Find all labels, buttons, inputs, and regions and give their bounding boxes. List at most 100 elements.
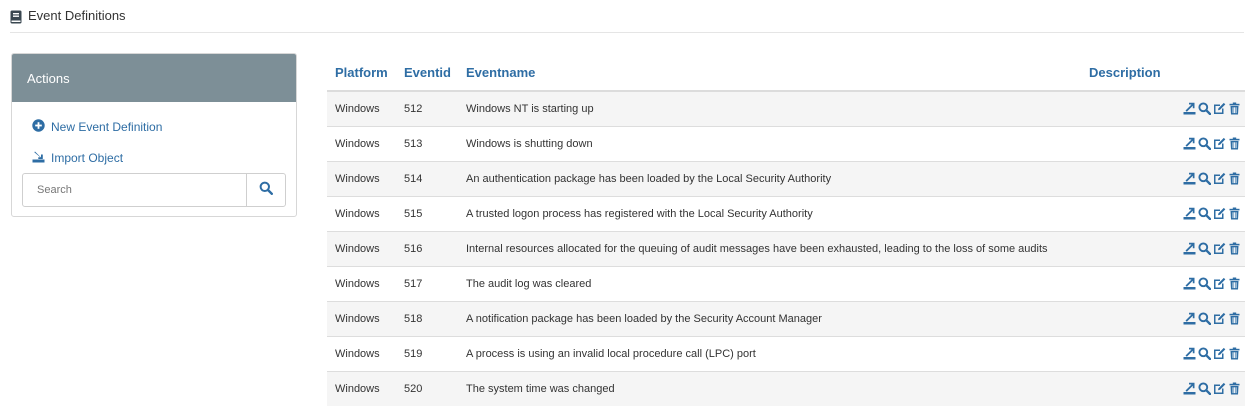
import-object-link[interactable]: Import Object (32, 150, 123, 166)
column-platform[interactable]: Platform (327, 54, 396, 92)
cell-eventid: 519 (396, 335, 458, 371)
cell-description (1081, 265, 1245, 301)
trash-icon[interactable] (1228, 102, 1241, 115)
cell-platform: Windows (327, 195, 396, 231)
export-icon[interactable] (1183, 102, 1196, 115)
cell-eventname: An authentication package has been loade… (458, 160, 1081, 196)
export-icon[interactable] (1183, 312, 1196, 325)
search-icon[interactable] (1198, 347, 1211, 360)
edit-icon[interactable] (1213, 172, 1226, 185)
cell-eventname: Windows is shutting down (458, 125, 1081, 161)
actions-header: Actions (12, 54, 296, 102)
cell-platform: Windows (327, 90, 396, 126)
import-icon (32, 150, 45, 166)
cell-eventid: 513 (396, 125, 458, 161)
search-icon[interactable] (1198, 277, 1211, 290)
cell-description (1081, 335, 1245, 371)
trash-icon[interactable] (1228, 347, 1241, 360)
row-actions (1089, 277, 1245, 290)
cell-eventname: The audit log was cleared (458, 265, 1081, 301)
search-icon[interactable] (1198, 137, 1211, 150)
cell-eventid: 520 (396, 370, 458, 406)
export-icon[interactable] (1183, 382, 1196, 395)
column-eventname[interactable]: Eventname (458, 54, 1081, 92)
search-icon[interactable] (1198, 312, 1211, 325)
cell-description (1081, 300, 1245, 336)
plus-circle-icon (32, 119, 45, 135)
book-icon (10, 10, 22, 24)
edit-icon[interactable] (1213, 347, 1226, 360)
cell-platform: Windows (327, 370, 396, 406)
search-icon (259, 181, 274, 200)
cell-eventname: A notification package has been loaded b… (458, 300, 1081, 336)
edit-icon[interactable] (1213, 102, 1226, 115)
column-eventid[interactable]: Eventid (396, 54, 458, 92)
search-icon[interactable] (1198, 172, 1211, 185)
edit-icon[interactable] (1213, 312, 1226, 325)
table-row: Windows 513 Windows is shutting down (327, 125, 1245, 161)
cell-description (1081, 90, 1245, 126)
row-actions (1089, 207, 1245, 220)
row-actions (1089, 172, 1245, 185)
trash-icon[interactable] (1228, 242, 1241, 255)
search-icon[interactable] (1198, 102, 1211, 116)
cell-eventname: Internal resources allocated for the que… (458, 230, 1081, 266)
cell-eventid: 512 (396, 90, 458, 126)
cell-eventid: 517 (396, 265, 458, 301)
row-actions (1089, 137, 1245, 150)
table-row: Windows 517 The audit log was cleared (327, 265, 1245, 301)
search-icon[interactable] (1198, 242, 1211, 255)
table-row: Windows 519 A process is using an invali… (327, 335, 1245, 371)
edit-icon[interactable] (1213, 137, 1226, 150)
cell-description (1081, 370, 1245, 406)
cell-eventid: 516 (396, 230, 458, 266)
page-title: Event Definitions (28, 7, 126, 23)
cell-description (1081, 230, 1245, 266)
cell-eventname: The system time was changed (458, 370, 1081, 406)
row-actions (1089, 312, 1245, 325)
cell-eventname: Windows NT is starting up (458, 90, 1081, 126)
search-icon[interactable] (1198, 207, 1211, 220)
cell-eventid: 518 (396, 300, 458, 336)
row-actions (1089, 382, 1245, 395)
trash-icon[interactable] (1228, 312, 1241, 325)
new-event-definition-label: New Event Definition (51, 120, 163, 134)
export-icon[interactable] (1183, 172, 1196, 185)
cell-platform: Windows (327, 230, 396, 266)
search-icon[interactable] (1198, 382, 1211, 395)
search-group (22, 173, 286, 207)
cell-description (1081, 195, 1245, 231)
trash-icon[interactable] (1228, 207, 1241, 220)
trash-icon[interactable] (1228, 172, 1241, 185)
edit-icon[interactable] (1213, 242, 1226, 255)
search-input[interactable] (23, 174, 246, 206)
actions-panel: Actions New Event Definition Import Obje… (11, 53, 297, 217)
column-description[interactable]: Description (1081, 54, 1245, 92)
search-button[interactable] (246, 174, 285, 206)
new-event-definition-link[interactable]: New Event Definition (32, 119, 162, 135)
export-icon[interactable] (1183, 207, 1196, 220)
trash-icon[interactable] (1228, 137, 1241, 150)
table-row: Windows 512 Windows NT is starting up (327, 90, 1245, 126)
edit-icon[interactable] (1213, 382, 1226, 395)
cell-eventname: A process is using an invalid local proc… (458, 335, 1081, 371)
cell-platform: Windows (327, 160, 396, 196)
export-icon[interactable] (1183, 242, 1196, 255)
trash-icon[interactable] (1228, 277, 1241, 290)
edit-icon[interactable] (1213, 207, 1226, 220)
table-header-row: Platform Eventid Eventname Description (327, 54, 1245, 92)
table-row: Windows 514 An authentication package ha… (327, 160, 1245, 196)
page-header: Event Definitions (10, 0, 1244, 33)
event-definitions-table: Platform Eventid Eventname Description W… (327, 54, 1245, 406)
table-row: Windows 515 A trusted logon process has … (327, 195, 1245, 231)
cell-description (1081, 125, 1245, 161)
trash-icon[interactable] (1228, 382, 1241, 395)
export-icon[interactable] (1183, 277, 1196, 290)
cell-description (1081, 160, 1245, 196)
table-row: Windows 516 Internal resources allocated… (327, 230, 1245, 266)
edit-icon[interactable] (1213, 277, 1226, 290)
import-object-label: Import Object (51, 151, 124, 165)
export-icon[interactable] (1183, 347, 1196, 360)
export-icon[interactable] (1183, 137, 1196, 150)
table-row: Windows 518 A notification package has b… (327, 300, 1245, 336)
